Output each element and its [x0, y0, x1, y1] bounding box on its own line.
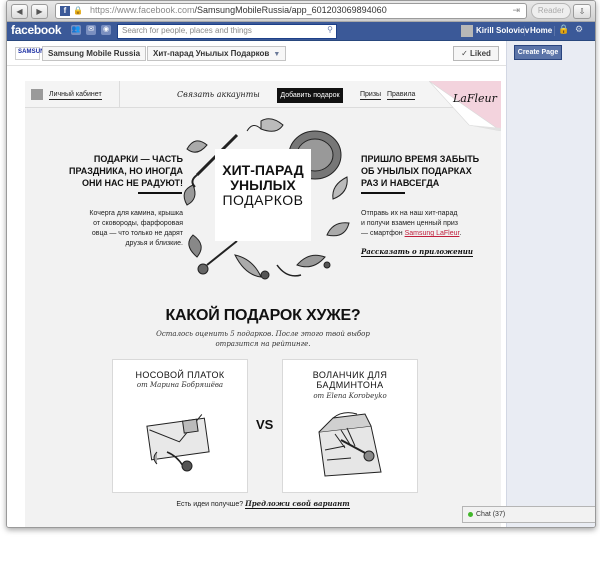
share-icon[interactable]: ⇥	[512, 5, 520, 16]
profile-link[interactable]: Kirill Soloviov	[476, 26, 529, 35]
facebook-favicon-icon: f	[60, 6, 70, 16]
app-page-header: SAMSUNG Samsung Mobile Russia Хит-парад …	[7, 41, 506, 66]
app-title: ХИТ-ПАРАД УНЫЛЫХ ПОДАРКОВ	[215, 163, 311, 208]
browser-toolbar: ◀ ▶ f 🔒 https://www.facebook.com/Samsung…	[7, 1, 595, 22]
right-desc-prefix: — смартфон	[361, 230, 405, 237]
facebook-logo[interactable]: facebook	[11, 23, 62, 37]
samsung-page-thumbnail[interactable]: SAMSUNG	[15, 47, 49, 60]
gift-card-handkerchief[interactable]: НОСОВОЙ ПЛАТОК от Марина Бобряшёва	[112, 359, 248, 493]
right-heading-line: РАЗ И НАВСЕГДА	[361, 178, 440, 188]
privacy-lock-icon[interactable]: 🔒	[558, 24, 569, 35]
url-host: https://www.facebook.com	[90, 5, 195, 15]
vote-subtitle: Осталось оценить 5 подарков. После этого…	[143, 329, 383, 349]
samsung-lafleur-link[interactable]: Samsung LaFleur	[405, 230, 460, 237]
gift-card-author: от Elena Korobeyko	[313, 392, 387, 400]
chevron-down-icon: ▼	[273, 51, 281, 58]
vote-subtitle-line: Осталось оценить 5 подарков. После этого…	[156, 330, 370, 338]
create-page-button[interactable]: Create Page	[514, 45, 562, 60]
url-path: /SamsungMobileRussia/app_601203069894060	[194, 5, 387, 15]
friend-requests-icon[interactable]: 👥	[71, 25, 81, 35]
search-placeholder: Search for people, places and things	[122, 26, 252, 35]
url-text: https://www.facebook.com/SamsungMobileRu…	[90, 5, 387, 15]
main-content: SAMSUNG Samsung Mobile Russia Хит-парад …	[7, 41, 506, 527]
page-corner-peel-icon	[429, 81, 501, 131]
user-photo-icon	[31, 89, 43, 100]
gift-card-author: от Марина Бобряшёва	[136, 381, 224, 389]
divider	[138, 192, 182, 194]
right-desc-line: и получи взамен ценный приз	[361, 220, 458, 227]
app-title-box: ХИТ-ПАРАД УНЫЛЫХ ПОДАРКОВ	[215, 149, 311, 241]
gift-card-shuttlecock[interactable]: ВОЛАНЧИК ДЛЯ БАДМИНТОНА от Elena Korobey…	[282, 359, 418, 493]
facebook-top-bar: facebook 👥 ✉ ◉ Search for people, places…	[7, 22, 595, 41]
right-heading-line: ОБ УНЫЛЫХ ПОДАРКАХ	[361, 166, 472, 176]
left-desc-line: друзья и близкие.	[125, 240, 183, 247]
gift-card-title-line: БАДМИНТОНА	[316, 380, 384, 390]
gift-card-title: НОСОВОЙ ПЛАТОК	[135, 370, 225, 380]
left-desc-line: овца — что только не дарят	[91, 230, 183, 237]
left-heading-line: ПРАЗДНИКА, НО ИНОГДА	[69, 166, 183, 176]
prizes-link[interactable]: Призы	[360, 91, 382, 100]
ideas-prefix: Есть идеи получше?	[176, 501, 246, 508]
app-canvas: Личный кабинет Связать аккаунты Добавить…	[25, 81, 501, 527]
lock-icon: 🔒	[73, 6, 83, 15]
vs-label: VS	[256, 417, 274, 432]
shuttlecock-bag-image	[318, 412, 382, 477]
divider	[119, 81, 120, 107]
handkerchief-envelope-image	[146, 414, 210, 472]
tell-about-app-link[interactable]: Рассказать о приложении	[361, 247, 473, 257]
liked-button[interactable]: ✓ Liked	[453, 46, 499, 61]
left-desc-line: от сковороды, фарфоровая	[93, 220, 183, 227]
gear-icon[interactable]: ⚙	[575, 24, 583, 35]
back-arrow-icon[interactable]: ◀	[11, 4, 28, 19]
gift-card-title-line: ВОЛАНЧИК ДЛЯ	[312, 370, 388, 380]
add-gift-button[interactable]: Добавить подарок	[277, 88, 343, 103]
online-status-icon	[468, 512, 473, 517]
right-description: Отправь их на наш хит-парад и получи вза…	[361, 209, 481, 239]
breadcrumb-app-label: Хит-парад Унылых Подарков	[153, 49, 270, 58]
divider	[524, 26, 525, 36]
breadcrumb-page[interactable]: Samsung Mobile Russia	[42, 46, 147, 61]
right-sidebar: Create Page	[506, 41, 595, 527]
right-desc-line: — смартфон Samsung LaFleur.	[361, 229, 481, 239]
vote-question: КАКОЙ ПОДАРОК ХУЖЕ?	[165, 307, 361, 324]
browser-window: ◀ ▶ f 🔒 https://www.facebook.com/Samsung…	[6, 0, 596, 528]
left-heading-line: ПОДАРКИ — ЧАСТЬ	[93, 154, 183, 164]
reader-button[interactable]: Reader	[531, 3, 571, 19]
right-desc-suffix: .	[459, 230, 462, 237]
breadcrumb-app[interactable]: Хит-парад Унылых Подарков ▼	[147, 46, 287, 61]
right-heading: ПРИШЛО ВРЕМЯ ЗАБЫТЬ ОБ УНЫЛЫХ ПОДАРКАХ Р…	[361, 153, 491, 189]
notifications-icon[interactable]: ◉	[101, 25, 111, 35]
right-desc-line: Отправь их на наш хит-парад	[361, 210, 458, 217]
address-bar[interactable]: f 🔒 https://www.facebook.com/SamsungMobi…	[55, 3, 527, 19]
divider	[554, 26, 555, 36]
home-link[interactable]: Home	[530, 26, 552, 35]
chat-bar[interactable]: Chat (37)	[462, 506, 595, 523]
chat-label: Chat (37)	[476, 511, 506, 518]
ideas-line: Есть идеи получше? Предложи свой вариант	[25, 499, 501, 509]
gift-card-title: ВОЛАНЧИК ДЛЯ БАДМИНТОНА	[283, 370, 417, 390]
avatar[interactable]	[461, 25, 473, 37]
cabinet-link[interactable]: Личный кабинет	[49, 91, 102, 100]
left-heading: ПОДАРКИ — ЧАСТЬ ПРАЗДНИКА, НО ИНОГДА ОНИ…	[53, 153, 183, 189]
lafleur-logo: LaFleur	[453, 92, 497, 105]
search-input[interactable]: Search for people, places and things ⚲	[117, 24, 337, 39]
right-heading-line: ПРИШЛО ВРЕМЯ ЗАБЫТЬ	[361, 154, 480, 164]
left-description: Кочерга для камина, крышка от сковороды,…	[55, 209, 183, 249]
left-desc-line: Кочерга для камина, крышка	[89, 210, 183, 217]
forward-arrow-icon[interactable]: ▶	[31, 4, 48, 19]
messages-icon[interactable]: ✉	[86, 25, 96, 35]
app-title-line: ХИТ-ПАРАД	[222, 162, 304, 178]
link-accounts-link[interactable]: Связать аккаунты	[177, 90, 260, 99]
vote-subtitle-line: отразится на рейтинге.	[215, 340, 311, 348]
left-heading-line: ОНИ НАС НЕ РАДУЮТ!	[82, 178, 183, 188]
rules-link[interactable]: Правила	[387, 91, 416, 100]
app-title-line: ПОДАРКОВ	[222, 192, 304, 208]
suggest-option-link[interactable]: Предложи свой вариант	[245, 499, 350, 509]
downloads-icon[interactable]: ⇩	[573, 4, 591, 19]
app-title-line: УНЫЛЫХ	[230, 177, 296, 193]
search-icon[interactable]: ⚲	[327, 25, 333, 34]
divider	[361, 192, 405, 194]
